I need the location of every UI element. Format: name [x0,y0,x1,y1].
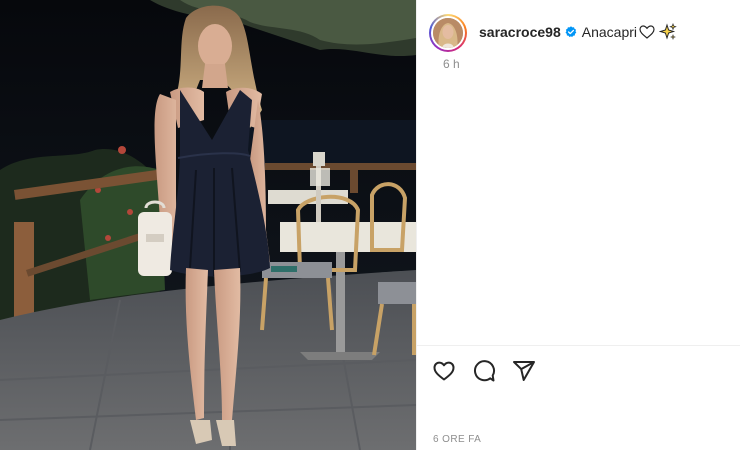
action-bar [431,358,537,384]
caption-text: Anacapri [581,24,638,40]
share-button[interactable] [511,358,537,384]
post-sidebar: saracroce98 Anacapri 6 h 6 ORE FA [416,0,740,450]
post-header: saracroce98 Anacapri [429,14,728,54]
like-button[interactable] [431,358,457,384]
verified-badge-icon [565,26,577,38]
comment-icon [474,360,495,382]
instagram-post: saracroce98 Anacapri 6 h 6 ORE FA [0,0,740,450]
avatar[interactable] [429,14,467,52]
post-timestamp[interactable]: 6 ORE FA [433,434,481,445]
share-icon [513,361,535,381]
caption-area: saracroce98 Anacapri [479,14,677,41]
relative-time: 6 h [443,57,460,71]
post-photo[interactable] [0,0,416,450]
sparkles-emoji-icon [658,22,677,41]
white-heart-emoji-icon [639,25,655,39]
post-photo-image [0,0,416,450]
profile-avatar-icon [433,18,463,48]
divider [417,345,740,346]
heart-icon [433,361,455,381]
comment-button[interactable] [471,358,497,384]
username-link[interactable]: saracroce98 [479,23,561,41]
caption-line: saracroce98 Anacapri [479,22,677,41]
